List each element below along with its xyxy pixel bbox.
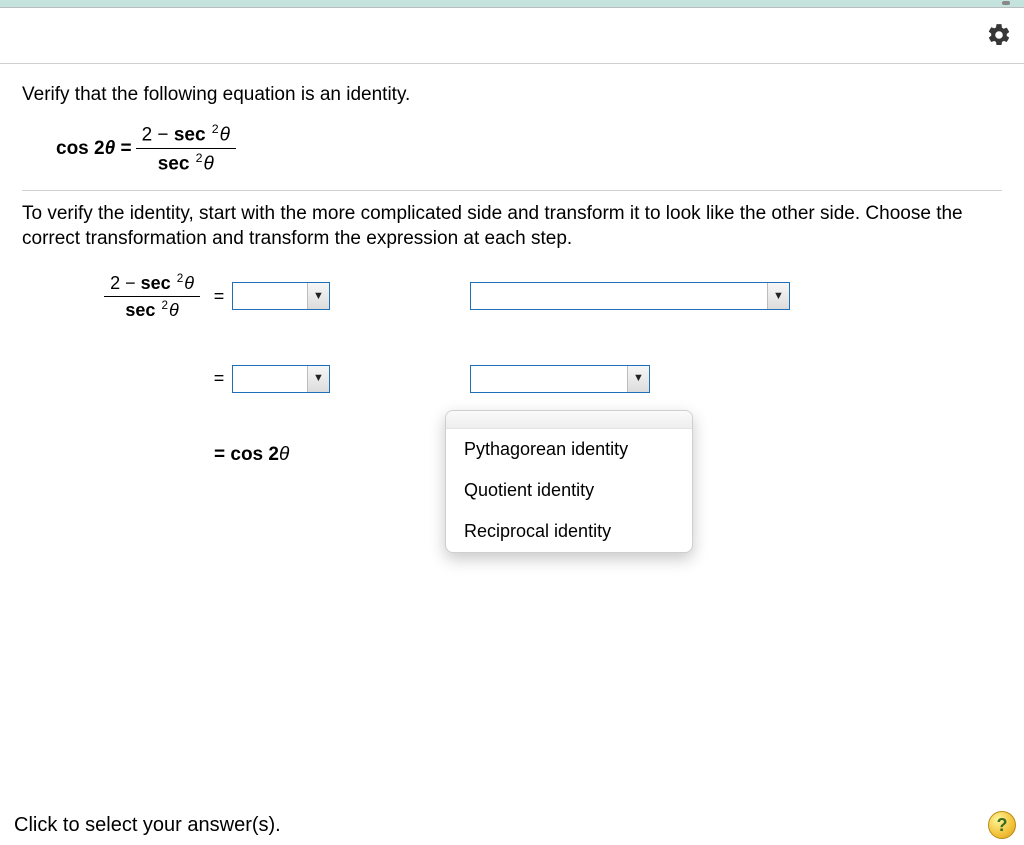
dropdown-header — [446, 411, 692, 429]
equals-sign: = — [210, 286, 228, 307]
window-top-strip — [0, 0, 1024, 8]
reason-dropdown-menu: Pythagorean identity Quotient identity R… — [445, 410, 693, 553]
step1-reason-dropdown[interactable]: ▼ — [470, 282, 790, 310]
chevron-down-icon: ▼ — [627, 366, 649, 392]
dropdown-option[interactable]: Pythagorean identity — [446, 429, 692, 470]
step2-expression-dropdown[interactable]: ▼ — [232, 365, 330, 393]
chevron-down-icon: ▼ — [767, 283, 789, 309]
equals-sign: = — [210, 368, 228, 389]
settings-button[interactable] — [986, 22, 1012, 48]
section-divider — [22, 190, 1002, 191]
equation-denominator: sec 2θ — [152, 149, 220, 175]
step2-reason-dropdown[interactable]: ▼ — [470, 365, 650, 393]
help-icon: ? — [997, 815, 1008, 836]
instructions-text: To verify the identity, start with the m… — [22, 201, 1002, 252]
identity-equation: cos 2θ = 2 − sec 2θ sec 2θ — [56, 122, 1002, 176]
chevron-down-icon: ▼ — [307, 283, 329, 309]
work-row-2: = ▼ ▼ — [74, 355, 1002, 403]
gear-icon — [986, 22, 1012, 48]
footer-bar: Click to select your answer(s). ? — [0, 811, 1024, 839]
equation-lhs: cos 2θ = — [56, 138, 132, 160]
question-prompt: Verify that the following equation is an… — [22, 84, 1002, 106]
equation-fraction: 2 − sec 2θ sec 2θ — [136, 122, 236, 176]
final-result: = cos 2θ — [214, 444, 289, 466]
dropdown-option[interactable]: Quotient identity — [446, 470, 692, 511]
chevron-down-icon: ▼ — [307, 366, 329, 392]
dropdown-option[interactable]: Reciprocal identity — [446, 511, 692, 552]
header-bar — [0, 8, 1024, 64]
work-row-1: 2 − sec 2θ sec 2θ = ▼ ▼ — [74, 272, 1002, 321]
footer-hint: Click to select your answer(s). — [14, 814, 281, 837]
equation-numerator: 2 − sec 2θ — [136, 122, 236, 149]
help-button[interactable]: ? — [988, 811, 1016, 839]
step1-expression-dropdown[interactable]: ▼ — [232, 282, 330, 310]
work-start-expression: 2 − sec 2θ sec 2θ — [74, 272, 204, 321]
